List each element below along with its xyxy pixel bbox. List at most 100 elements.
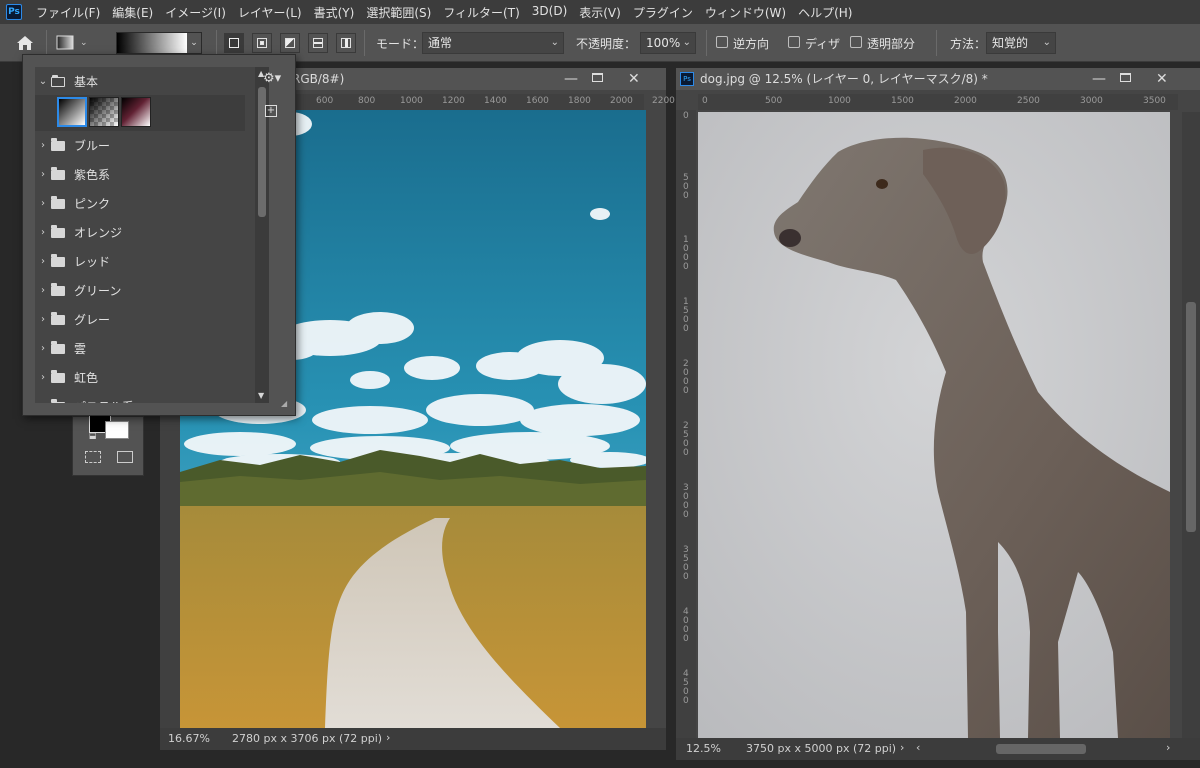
gradient-folder-item[interactable]: › レッド xyxy=(35,247,245,276)
chevron-right-icon[interactable]: › xyxy=(35,227,51,238)
gradient-folder-item[interactable]: › パステル系 xyxy=(35,392,245,403)
home-icon[interactable] xyxy=(14,34,36,52)
gradient-folder-item[interactable]: › 虹色 xyxy=(35,363,245,392)
gradient-tool-preset[interactable]: ⌄ xyxy=(56,34,98,52)
chevron-down-icon[interactable]: ⌄ xyxy=(35,76,51,87)
folder-icon xyxy=(51,224,65,238)
background-color-swatch[interactable] xyxy=(105,421,129,439)
menu-item[interactable]: フィルター(T) xyxy=(437,4,525,21)
menu-item[interactable]: プラグイン xyxy=(627,4,699,21)
ruler-tick-label: 4500 xyxy=(683,669,689,706)
photoshop-logo: Ps xyxy=(6,4,22,20)
chevron-right-icon[interactable]: › xyxy=(35,285,51,296)
dither-label: ディザ xyxy=(805,37,841,51)
menu-item[interactable]: 表示(V) xyxy=(573,4,627,21)
minimize-icon[interactable]: — xyxy=(564,68,578,90)
reverse-checkbox[interactable] xyxy=(716,36,728,48)
folder-label: レッド xyxy=(74,255,111,269)
gradient-folder-item[interactable]: ⌄ 基本 xyxy=(35,67,245,96)
gradient-folder-item[interactable]: › 紫色系 xyxy=(35,160,245,189)
gradient-folder-item[interactable]: › グリーン xyxy=(35,276,245,305)
folder-label: パステル系 xyxy=(74,398,134,403)
menu-item[interactable]: ファイル(F) xyxy=(30,4,106,21)
transparency-checkbox[interactable] xyxy=(850,36,862,48)
chevron-right-icon[interactable]: › xyxy=(35,343,51,354)
photoshop-doc-icon: Ps xyxy=(680,72,694,86)
minimize-icon[interactable]: — xyxy=(1092,68,1106,90)
gradient-tool-icon xyxy=(56,35,74,50)
chevron-right-icon[interactable]: › xyxy=(35,169,51,180)
menu-item[interactable]: 選択範囲(S) xyxy=(360,4,437,21)
gradient-folder-item[interactable]: › ピンク xyxy=(35,189,245,218)
document-title: dog.jpg @ 12.5% (レイヤー 0, レイヤーマスク/8) * xyxy=(700,72,988,86)
screen-mode-icon[interactable] xyxy=(117,451,133,463)
opacity-label: 不透明度： xyxy=(576,37,637,51)
new-gradient-icon[interactable]: + xyxy=(265,105,277,117)
chevron-down-icon[interactable]: ⌄ xyxy=(683,33,691,53)
scrollbar-thumb[interactable] xyxy=(1186,302,1196,532)
menu-item[interactable]: 3D(D) xyxy=(526,4,573,21)
menu-item[interactable]: ヘルプ(H) xyxy=(792,4,858,21)
menu-item[interactable]: イメージ(I) xyxy=(159,4,232,21)
resize-grip-icon[interactable]: ◢ xyxy=(281,399,287,408)
method-select[interactable]: 知覚的 ⌄ xyxy=(986,32,1056,54)
gradient-swatch-foreground-to-background[interactable] xyxy=(57,97,87,127)
folder-icon xyxy=(51,253,65,267)
quick-mask-icon[interactable] xyxy=(85,451,101,463)
canvas-area[interactable] xyxy=(698,112,1170,738)
chevron-down-icon[interactable]: ⌄ xyxy=(187,33,201,53)
folder-icon xyxy=(51,340,65,354)
gradient-folder-item[interactable]: › オレンジ xyxy=(35,218,245,247)
status-bar: 16.67% 2780 px x 3706 px (72 ppi) › xyxy=(160,728,666,750)
swap-colors-icon[interactable]: ⬓ xyxy=(89,431,97,440)
gradient-swatch-foreground-to-transparent[interactable] xyxy=(89,97,119,127)
gradient-folder-item[interactable]: › 雲 xyxy=(35,334,245,363)
ruler-tick-label: 2000 xyxy=(610,96,633,106)
angle-gradient-button[interactable] xyxy=(280,33,300,53)
dither-checkbox[interactable] xyxy=(788,36,800,48)
horizontal-scrollbar-thumb[interactable] xyxy=(996,744,1086,754)
scroll-down-icon[interactable]: ▼ xyxy=(258,391,264,400)
chevron-right-icon[interactable]: › xyxy=(35,140,51,151)
maximize-icon[interactable] xyxy=(1120,73,1131,82)
chevron-right-icon[interactable]: › xyxy=(386,731,390,744)
close-icon[interactable]: ✕ xyxy=(1156,68,1168,90)
ruler-tick-label: 4000 xyxy=(683,607,689,644)
scroll-right-icon[interactable]: › xyxy=(1166,741,1170,754)
chevron-right-icon[interactable]: › xyxy=(35,198,51,209)
ruler-tick-label: 500 xyxy=(683,173,689,201)
opacity-input[interactable]: 100% ⌄ xyxy=(640,32,696,54)
gradient-folder-list: ⌄基本›ブルー›紫色系›ピンク›オレンジ›レッド›グリーン›グレー›雲›虹色›パ… xyxy=(35,67,255,403)
chevron-right-icon[interactable]: › xyxy=(35,314,51,325)
menu-item[interactable]: ウィンドウ(W) xyxy=(699,4,792,21)
reflected-gradient-button[interactable] xyxy=(308,33,328,53)
chevron-right-icon[interactable]: › xyxy=(35,401,51,403)
ruler-tick-label: 1400 xyxy=(484,96,507,106)
ruler-tick-label: 1800 xyxy=(568,96,591,106)
maximize-icon[interactable] xyxy=(592,73,603,82)
radial-gradient-button[interactable] xyxy=(252,33,272,53)
chevron-right-icon[interactable]: › xyxy=(900,741,904,754)
mode-select[interactable]: 通常 ⌄ xyxy=(422,32,564,54)
menu-item[interactable]: 編集(E) xyxy=(106,4,159,21)
gradient-folder-item[interactable]: › ブルー xyxy=(35,131,245,160)
close-icon[interactable]: ✕ xyxy=(628,68,640,90)
menu-item[interactable]: 書式(Y) xyxy=(308,4,361,21)
diamond-gradient-button[interactable] xyxy=(336,33,356,53)
folder-label: グレー xyxy=(74,313,111,327)
menu-item[interactable]: レイヤー(L) xyxy=(232,4,308,21)
gradient-folder-item[interactable]: › グレー xyxy=(35,305,245,334)
scroll-left-icon[interactable]: ‹ xyxy=(916,741,920,754)
gear-icon[interactable]: ⚙▾ xyxy=(263,71,281,86)
linear-gradient-button[interactable] xyxy=(224,33,244,53)
chevron-right-icon[interactable]: › xyxy=(35,372,51,383)
vertical-scrollbar[interactable] xyxy=(1182,112,1200,738)
gradient-swatch-black-to-white[interactable] xyxy=(121,97,151,127)
gradient-preview[interactable]: ⌄ xyxy=(116,32,202,54)
zoom-level[interactable]: 12.5% xyxy=(686,742,721,755)
zoom-level[interactable]: 16.67% xyxy=(168,732,210,745)
ruler-tick-label: 1000 xyxy=(683,235,689,272)
document-title-bar[interactable]: Ps dog.jpg @ 12.5% (レイヤー 0, レイヤーマスク/8) *… xyxy=(676,68,1200,90)
vertical-scrollbar[interactable] xyxy=(646,110,666,728)
chevron-right-icon[interactable]: › xyxy=(35,256,51,267)
